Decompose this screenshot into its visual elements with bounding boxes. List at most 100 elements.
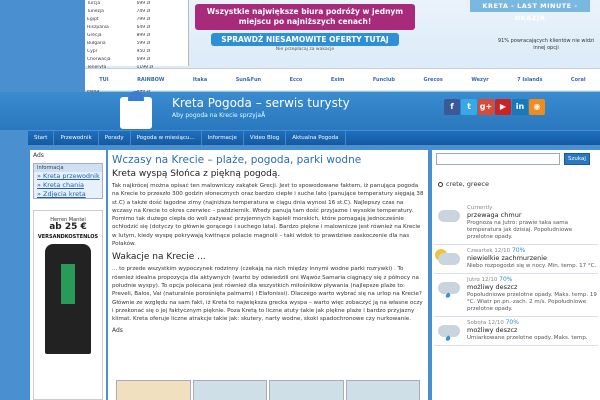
google-plus-icon[interactable]: g+ — [478, 99, 494, 115]
price-table: Turcja 699 zł Tunezja 749 zł Egipt 799 zł Hisz… — [85, 0, 189, 110]
forecast-detail: Popołudniowe przelotne opady. Maks. temp… — [467, 292, 597, 312]
nav-item[interactable]: Video Blog — [244, 131, 287, 145]
forecast-row: Jutro 12/10 70% możliwy deszcz Popołudniow… — [434, 274, 598, 317]
price-cell: Hiszpania — [87, 25, 109, 30]
link-kreta-chania[interactable]: » Kreta chania — [34, 181, 102, 190]
advert-product: Herren Mantel ab 25 € — [34, 217, 102, 232]
social-links: f t g+ ▶ in ◉ — [444, 99, 545, 115]
partly-cloudy-icon — [434, 247, 464, 269]
site-tagline: Aby pogoda na Krecie sprzyjaÅ — [172, 112, 266, 119]
banner-subline: Nie przepłacaj za wakacje — [275, 47, 335, 52]
search-input[interactable] — [436, 153, 560, 165]
price-cell: 749 zł — [136, 9, 151, 14]
agency-logo[interactable]: Ecco — [287, 76, 306, 84]
agency-logo[interactable]: Exim — [328, 76, 348, 84]
rain-icon — [434, 319, 464, 342]
price-cell: 699 zł — [136, 57, 151, 62]
search-icon — [438, 181, 443, 187]
banner-kicker: KRETA - LAST MINUTE - OKAZJA — [470, 0, 590, 22]
banner-cta-button[interactable]: SPRAWDŹ NIESAMOWITE OFERTY TUTAJ — [211, 33, 399, 46]
price-cell: Chorwacja — [87, 57, 111, 62]
advert-price: ab 25 € — [49, 222, 87, 232]
price-cell: 899 zł — [136, 33, 151, 38]
twitter-icon[interactable]: t — [461, 99, 477, 115]
nav-item[interactable]: Informacje — [202, 131, 244, 145]
ads-label-main: Ads — [112, 327, 123, 335]
article-subtitle: Kreta wyspą Słońca z piękną pogodą. — [112, 169, 281, 179]
price-cell: Egipt — [87, 17, 99, 22]
youtube-icon[interactable]: ▶ — [495, 99, 511, 115]
link-kreta-przewodnik[interactable]: » Kreta przewodnik — [34, 172, 102, 181]
advert-shipping: VERSANDKOSTENLOS — [37, 234, 99, 240]
right-sidebar: Szukaj crete, greece Currently przewaga … — [432, 150, 600, 400]
travel-advert[interactable] — [116, 380, 420, 400]
agency-logo[interactable]: Funclub — [370, 76, 398, 84]
location-label: crete, greece — [446, 180, 490, 188]
forecast-text: Czwartek 12/10 70% niewielkie zachmurzeni… — [467, 247, 596, 270]
forecast-summary: przewaga chmur — [467, 211, 522, 219]
weather-widget: Currently przewaga chmur Prognoza na jutr… — [434, 202, 598, 346]
rain-chance: 70% — [511, 247, 526, 254]
nav-item[interactable]: Przewodnik — [54, 131, 99, 145]
nav-item[interactable]: Start — [28, 131, 55, 145]
forecast-summary: możliwy deszcz — [467, 326, 518, 334]
rain-chance: 70% — [499, 276, 513, 283]
rain-icon — [434, 276, 464, 299]
price-cell: 799 zł — [136, 17, 151, 22]
price-cell: 599 zł — [136, 41, 151, 46]
left-sidebar: Ads Informacja » Kreta przewodnik » Kret… — [30, 150, 106, 400]
forecast-row: Currently przewaga chmur Prognoza na jutr… — [434, 202, 598, 245]
agency-logos: TUI RAINBOW Itaka Sun&Fun Ecco Exim Funclub Gre… — [85, 68, 600, 90]
article-paragraph-1: Tak najkrócej można opisać ten malownicz… — [112, 183, 424, 248]
agency-logo[interactable]: Coral — [568, 76, 589, 84]
agency-logo[interactable]: RAINBOW — [134, 76, 167, 84]
nav-item[interactable]: Pogoda w miesiącu... — [131, 131, 202, 145]
forecast-detail: Prognoza na jutro: prawie taka sama temp… — [467, 220, 573, 240]
ads-label: Ads — [33, 152, 44, 159]
article-paragraph-2: ... to przede wszystkim wypoczynek rodzi… — [112, 266, 423, 323]
info-box: Informacja » Kreta przewodnik » Kreta ch… — [33, 163, 103, 199]
agency-logo[interactable]: Sun&Fun — [233, 76, 264, 84]
price-cell: 699 zł — [136, 1, 151, 6]
nav-item[interactable]: Aktualna Pogoda — [286, 131, 346, 145]
price-cell: Tunezja — [87, 9, 104, 14]
advert-tile[interactable] — [116, 380, 191, 400]
forecast-text: Sobota 12/10 70% możliwy deszcz Umiarkowan… — [467, 319, 588, 342]
section-heading: Wakacje na Krecie ... — [112, 252, 206, 263]
facebook-icon[interactable]: f — [444, 99, 460, 115]
advert-tile[interactable] — [345, 380, 420, 400]
agency-logo[interactable]: 7 Islands — [514, 76, 545, 84]
agency-logo[interactable]: Wezyr — [468, 76, 491, 84]
link-zdjecia-kreta[interactable]: » Zdjęcia kreta — [34, 190, 102, 199]
agency-logo[interactable]: Grecos — [420, 76, 445, 84]
site-title[interactable]: Kreta Pogoda – serwis turysty — [172, 96, 350, 110]
banner-headline: Wszystkie największe biura podróży w jed… — [195, 4, 415, 30]
nav-item[interactable]: Porady — [99, 131, 131, 145]
forecast-detail: Niebo rozpogodzi się w nocy. Min. temp. … — [467, 263, 597, 269]
forecast-text: Jutro 12/10 70% możliwy deszcz Popołudniow… — [467, 276, 598, 313]
rss-icon[interactable]: ◉ — [529, 99, 545, 115]
top-banner-ad[interactable]: Turcja 699 zł Tunezja 749 zł Egipt 799 zł Hisz… — [85, 0, 600, 110]
clothing-advert[interactable]: Herren Mantel ab 25 € VERSANDKOSTENLOS — [33, 210, 103, 400]
forecast-summary: możliwy deszcz — [467, 283, 518, 291]
info-tab[interactable]: Informacja — [34, 164, 102, 172]
agency-logo[interactable]: TUI — [96, 76, 111, 84]
site-logo[interactable] — [120, 91, 152, 129]
forecast-text: Currently przewaga chmur Prognoza na jutr… — [467, 204, 598, 241]
banner-stat: 91% powracających klientów nie widzi inn… — [497, 38, 595, 51]
jacket-image — [45, 244, 91, 354]
search-button[interactable]: Szukaj — [564, 153, 590, 165]
forecast-detail: Umiarkowane przelotne opady. Maks. temp. — [467, 335, 588, 341]
agency-logo[interactable]: Itaka — [190, 76, 210, 84]
advert-tile[interactable] — [192, 380, 267, 400]
article-title[interactable]: Wczasy na Krecie – plaże, pogoda, parki … — [112, 154, 424, 166]
cloud-icon — [434, 204, 464, 226]
advert-tile[interactable] — [269, 380, 344, 400]
forecast-summary: niewielkie zachmurzenie — [467, 254, 548, 262]
rain-chance: 70% — [505, 319, 519, 326]
main-content: Wczasy na Krecie – plaże, pogoda, parki … — [108, 150, 428, 400]
price-cell: 950 zł — [136, 49, 151, 54]
price-cell: Turcja — [87, 1, 101, 6]
price-cell: Cypr — [87, 49, 98, 54]
linkedin-icon[interactable]: in — [512, 99, 528, 115]
